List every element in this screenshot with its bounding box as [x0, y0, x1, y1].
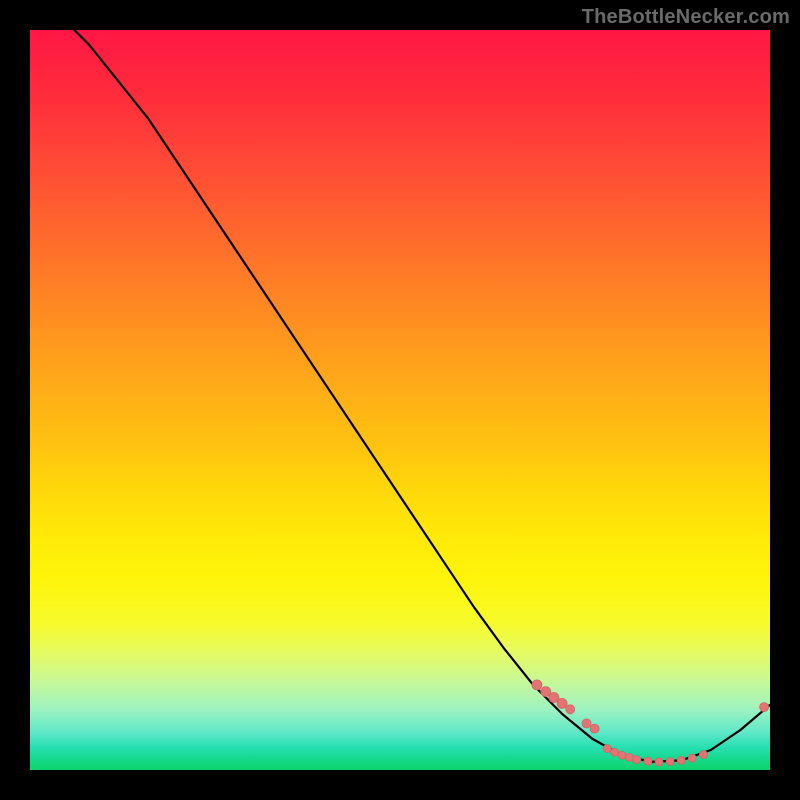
watermark-text: TheBottleNecker.com [582, 6, 790, 29]
data-point [644, 757, 652, 765]
data-point [618, 751, 626, 759]
data-point [582, 719, 591, 728]
data-point [590, 724, 599, 733]
data-point [557, 698, 567, 708]
data-point [688, 754, 696, 762]
data-point [666, 758, 674, 766]
data-point [760, 703, 769, 712]
data-point [566, 705, 575, 714]
data-point [611, 748, 619, 756]
data-point [633, 756, 641, 764]
data-point [699, 751, 707, 759]
bottleneck-curve [30, 0, 770, 762]
data-point [625, 753, 633, 761]
chart-overlay [30, 30, 770, 770]
data-point [655, 758, 663, 766]
data-point [677, 756, 685, 764]
data-point [532, 680, 542, 690]
plot-area [30, 30, 770, 770]
data-point [603, 745, 611, 753]
chart-stage: TheBottleNecker.com [0, 0, 800, 800]
